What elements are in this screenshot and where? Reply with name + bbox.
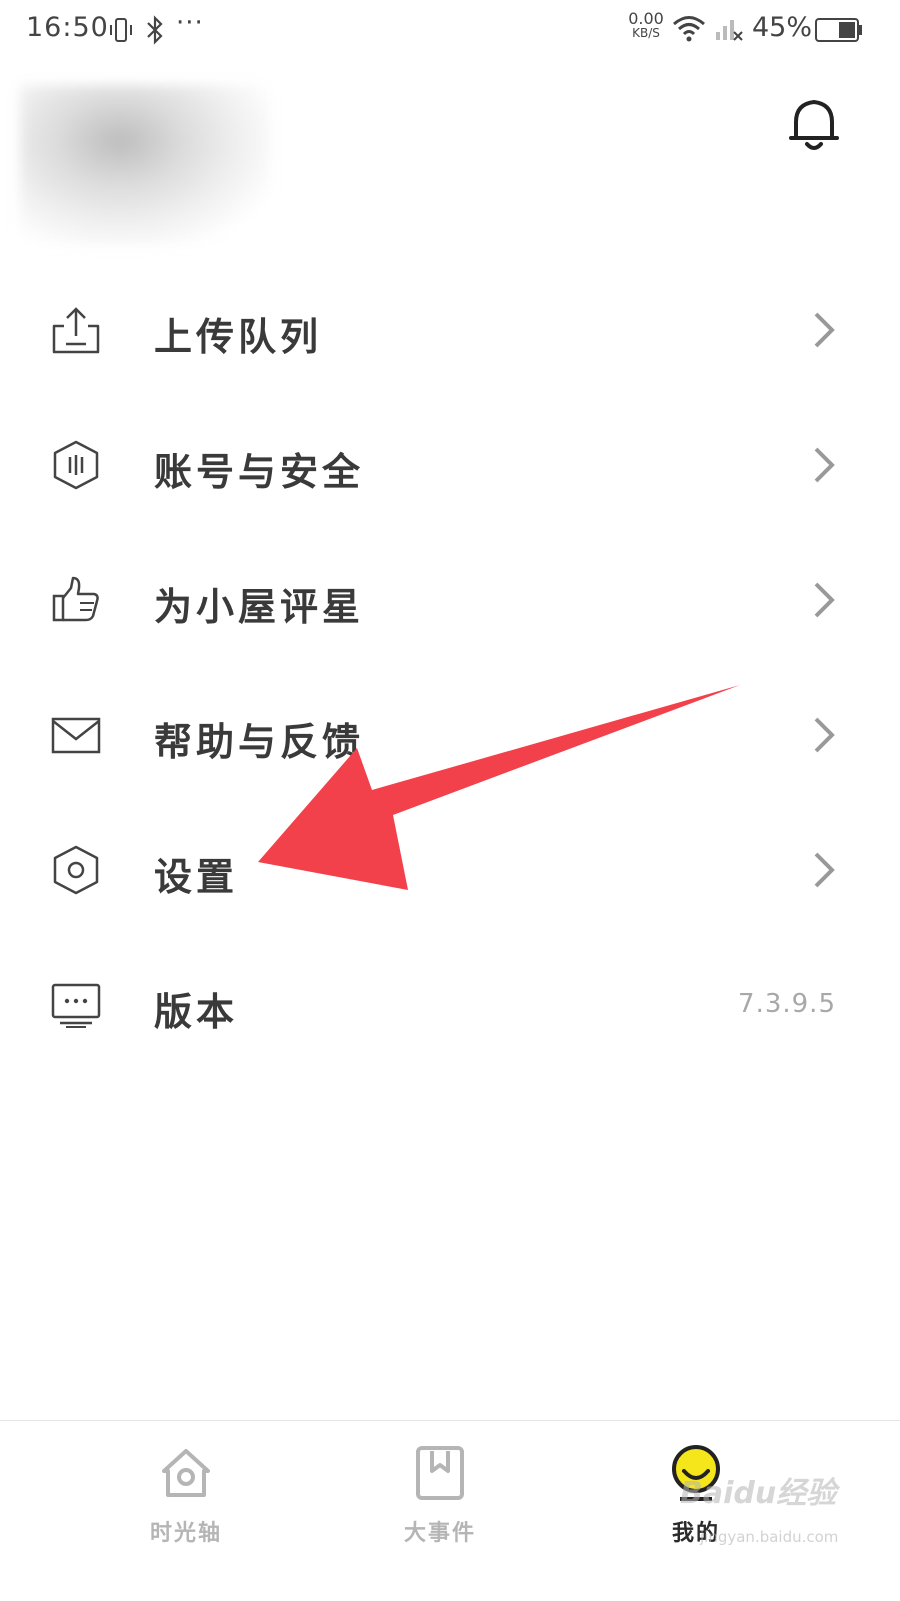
home-icon (156, 1443, 216, 1507)
menu-item-version: 版本 7.3.9.5 (0, 937, 900, 1072)
status-time: 16:50 (26, 12, 109, 43)
chevron-right-icon (808, 850, 838, 894)
menu-item-label: 上传队列 (154, 314, 323, 359)
menu-item-account-security[interactable]: 账号与安全 (0, 397, 900, 532)
menu-item-settings[interactable]: 设置 (0, 802, 900, 937)
thumbs-up-icon (50, 574, 102, 626)
tab-label: 大事件 (403, 1520, 476, 1546)
upload-icon (50, 304, 102, 356)
wifi-icon (672, 14, 706, 46)
menu-item-help-feedback[interactable]: 帮助与反馈 (0, 667, 900, 802)
menu-item-rate-app[interactable]: 为小屋评星 (0, 532, 900, 667)
shield-icon (50, 439, 102, 491)
settings-hexagon-icon (50, 844, 102, 896)
menu-item-label: 帮助与反馈 (154, 719, 365, 764)
mail-icon (50, 709, 102, 761)
monitor-icon (50, 979, 102, 1031)
watermark: Baidu经验 (680, 1476, 837, 1511)
bell-icon[interactable] (786, 94, 842, 158)
chevron-right-icon (808, 310, 838, 354)
status-bar: 16:50 ··· 0.00 KB/S 45% (0, 0, 900, 62)
menu-item-upload-queue[interactable]: 上传队列 (0, 262, 900, 397)
profile-menu: 上传队列 账号与安全 为小屋评星 帮助与反馈 设置 版本 7.3.9.5 (0, 262, 900, 1072)
chevron-right-icon (808, 580, 838, 624)
tab-timeline[interactable]: 时光轴 (106, 1421, 266, 1601)
profile-avatar-blurred[interactable] (20, 85, 270, 245)
version-number: 7.3.9.5 (738, 989, 836, 1019)
watermark-url: jingyan.baidu.com (700, 1528, 839, 1546)
net-speed-unit: KB/S (632, 26, 660, 40)
bookmark-icon (410, 1443, 470, 1507)
menu-item-label: 设置 (154, 854, 239, 899)
tab-events[interactable]: 大事件 (360, 1421, 520, 1601)
menu-item-label: 版本 (154, 989, 239, 1034)
chevron-right-icon (808, 715, 838, 759)
menu-item-label: 账号与安全 (154, 449, 365, 494)
net-speed: 0.00 KB/S (624, 11, 668, 41)
chevron-right-icon (808, 445, 838, 489)
battery-icon (815, 17, 863, 47)
net-speed-value: 0.00 (628, 9, 664, 28)
vibrate-icon (107, 16, 135, 48)
tab-label: 时光轴 (149, 1520, 222, 1546)
menu-item-label: 为小屋评星 (154, 584, 365, 629)
bluetooth-icon (144, 15, 166, 49)
more-notifications-icon: ··· (176, 8, 204, 38)
signal-icon (714, 14, 744, 48)
battery-percent: 45% (752, 12, 813, 43)
